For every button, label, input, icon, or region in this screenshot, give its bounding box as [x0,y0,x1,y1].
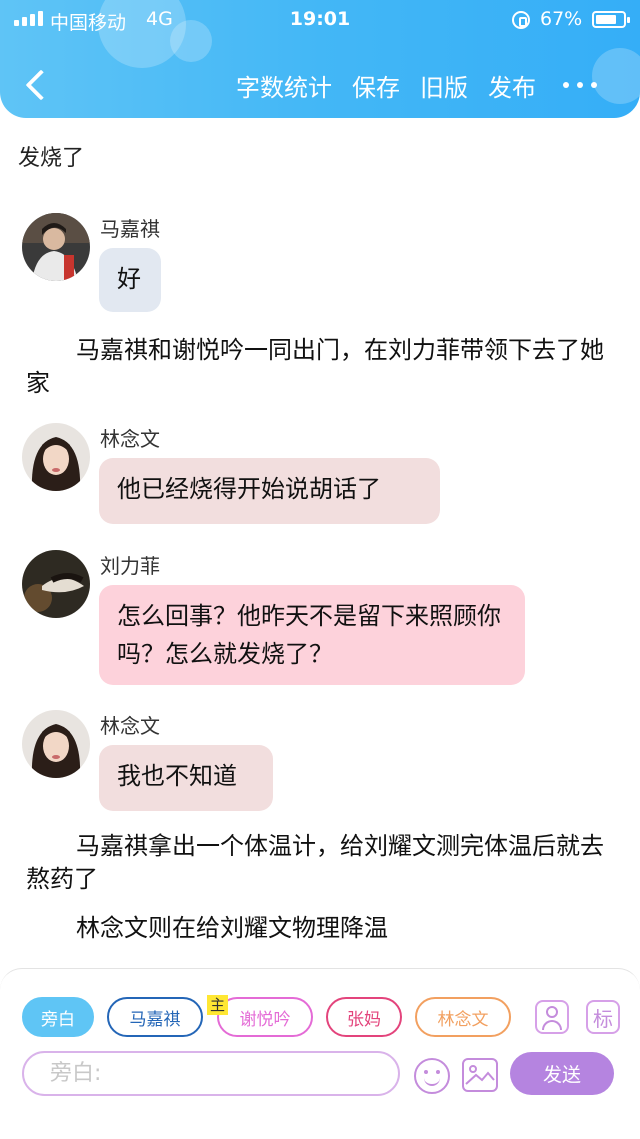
sender-name: 刘力菲 [100,554,160,578]
composer-panel: 旁白 马嘉祺 谢悦吟 主 张妈 林念文 标 发送 [0,968,640,1139]
narration-text: 马嘉祺拿出一个体温计，给刘耀文测完体温后就去熬药了 [26,832,604,893]
battery-icon [592,11,630,28]
word-count-button[interactable]: 字数统计 [236,68,332,103]
narration-text: 林念文则在给刘耀文物理降温 [76,914,388,942]
emoji-icon[interactable] [414,1058,450,1094]
role-chip-lin[interactable]: 林念文 [415,997,511,1037]
tag-button[interactable]: 标 [586,1000,620,1034]
avatar[interactable] [22,423,90,491]
avatar[interactable] [22,550,90,618]
story-title: 发烧了 [18,146,85,171]
role-chip-zhang[interactable]: 张妈 [326,997,402,1037]
app-header: 中国移动 4G 19:01 67% 字数统计 保存 旧版 发布 [0,0,640,118]
story-content: 发烧了 马嘉祺 好 马嘉祺和谢悦吟一同出门，在刘力菲带领下去了她家 林念文 他已… [0,118,640,968]
message-input-wrapper [22,1051,400,1096]
message-bubble: 我也不知道 [99,745,273,811]
role-chip-narrator[interactable]: 旁白 [22,997,94,1037]
avatar[interactable] [22,710,90,778]
battery-percent: 67% [540,8,583,30]
protagonist-badge: 主 [207,995,229,1015]
message-bubble: 怎么回事？他昨天不是留下来照顾你吗？怎么就发烧了？ [99,585,525,685]
back-button[interactable] [22,66,52,102]
message-input[interactable] [24,1053,398,1094]
old-version-button[interactable]: 旧版 [420,68,468,103]
image-icon[interactable] [462,1058,498,1092]
message-bubble: 好 [99,248,161,312]
role-chip-ma[interactable]: 马嘉祺 [107,997,203,1037]
sender-name: 林念文 [100,427,160,451]
narration-text: 马嘉祺和谢悦吟一同出门，在刘力菲带领下去了她家 [26,336,604,397]
character-manage-icon[interactable] [535,1000,569,1034]
role-chip-xie[interactable]: 谢悦吟 [217,997,313,1037]
more-icon[interactable] [563,82,597,88]
avatar[interactable] [22,213,90,281]
send-button[interactable]: 发送 [510,1052,614,1095]
sender-name: 马嘉祺 [100,217,160,241]
sender-name: 林念文 [100,714,160,738]
publish-button[interactable]: 发布 [488,68,536,103]
message-bubble: 他已经烧得开始说胡话了 [99,458,440,524]
rotation-lock-icon [512,11,530,29]
save-button[interactable]: 保存 [352,68,400,103]
status-bar: 中国移动 4G 19:01 67% [0,6,640,34]
